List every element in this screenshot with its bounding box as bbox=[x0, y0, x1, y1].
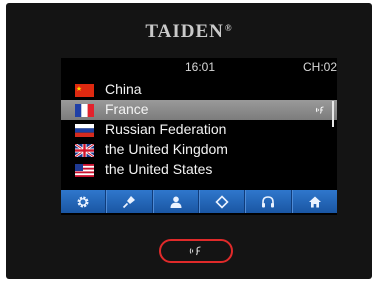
conference-unit: TAIDEN® 16:01 CH:02 China France Russian… bbox=[6, 3, 372, 279]
usa-flag-icon bbox=[75, 164, 94, 177]
function-toolbar bbox=[61, 190, 337, 213]
microphone-icon bbox=[123, 195, 136, 208]
brand-logo: TAIDEN® bbox=[145, 21, 233, 42]
status-bar: 16:01 CH:02 bbox=[61, 60, 337, 76]
language-label: the United Kingdom bbox=[105, 141, 228, 157]
speaking-indicator-icon bbox=[315, 105, 325, 115]
home-icon bbox=[308, 196, 321, 207]
china-flag-icon bbox=[75, 84, 94, 97]
home-button[interactable] bbox=[291, 190, 337, 213]
language-label: Russian Federation bbox=[105, 121, 227, 137]
language-item-united-states[interactable]: the United States bbox=[61, 160, 337, 180]
speaking-indicator-icon bbox=[189, 246, 201, 256]
language-label: China bbox=[105, 81, 142, 97]
diamond-button[interactable] bbox=[198, 190, 246, 213]
user-button[interactable] bbox=[152, 190, 199, 213]
language-label: the United States bbox=[105, 161, 213, 177]
language-list: China France Russian Federation the Unit… bbox=[61, 80, 337, 180]
headphones-button[interactable] bbox=[245, 190, 292, 213]
language-label: France bbox=[105, 101, 149, 117]
microphone-button[interactable] bbox=[106, 190, 153, 213]
user-icon bbox=[170, 196, 182, 208]
france-flag-icon bbox=[75, 104, 94, 117]
speak-request-button[interactable] bbox=[159, 239, 233, 263]
channel-indicator: CH:02 bbox=[302, 60, 337, 74]
display-screen: 16:01 CH:02 China France Russian Federat… bbox=[61, 58, 337, 215]
clock-time: 16:01 bbox=[185, 60, 216, 74]
headphones-icon bbox=[262, 195, 275, 207]
gear-icon bbox=[77, 195, 89, 208]
settings-button[interactable] bbox=[61, 190, 107, 213]
russia-flag-icon bbox=[75, 124, 94, 137]
list-scrollbar[interactable] bbox=[332, 101, 334, 127]
language-item-united-kingdom[interactable]: the United Kingdom bbox=[61, 140, 337, 160]
language-item-china[interactable]: China bbox=[61, 80, 337, 100]
language-item-france[interactable]: France bbox=[61, 100, 337, 120]
uk-flag-icon bbox=[75, 144, 94, 157]
diamond-icon bbox=[215, 194, 229, 209]
language-item-russian-federation[interactable]: Russian Federation bbox=[61, 120, 337, 140]
